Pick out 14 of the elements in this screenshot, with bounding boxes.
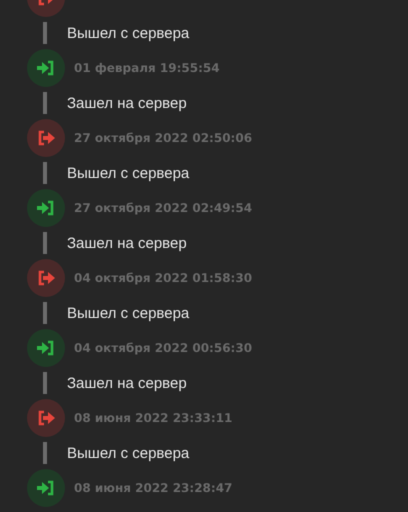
timestamp: 01 февраля 19:55:54 [74, 61, 220, 75]
timestamp: 08 июня 2022 23:33:11 [74, 411, 232, 425]
event-message: Зашел на сервер [67, 374, 187, 392]
event-message: Вышел с сервера [67, 444, 190, 462]
event-message: Зашел на сервер [67, 94, 187, 112]
timestamp: 04 октября 2022 00:56:30 [74, 341, 252, 355]
event-message: Вышел с сервера [67, 304, 190, 322]
event-message: Зашел на сервер [67, 234, 187, 252]
timestamp: 27 октября 2022 02:50:06 [74, 131, 252, 145]
event-message: Вышел с сервера [67, 24, 190, 42]
timestamp: 08 июня 2022 23:28:47 [74, 481, 232, 495]
timestamp: 27 октября 2022 02:49:54 [74, 201, 252, 215]
event-message: Вышел с сервера [67, 164, 190, 182]
timestamp: 04 октября 2022 01:58:30 [74, 271, 252, 285]
